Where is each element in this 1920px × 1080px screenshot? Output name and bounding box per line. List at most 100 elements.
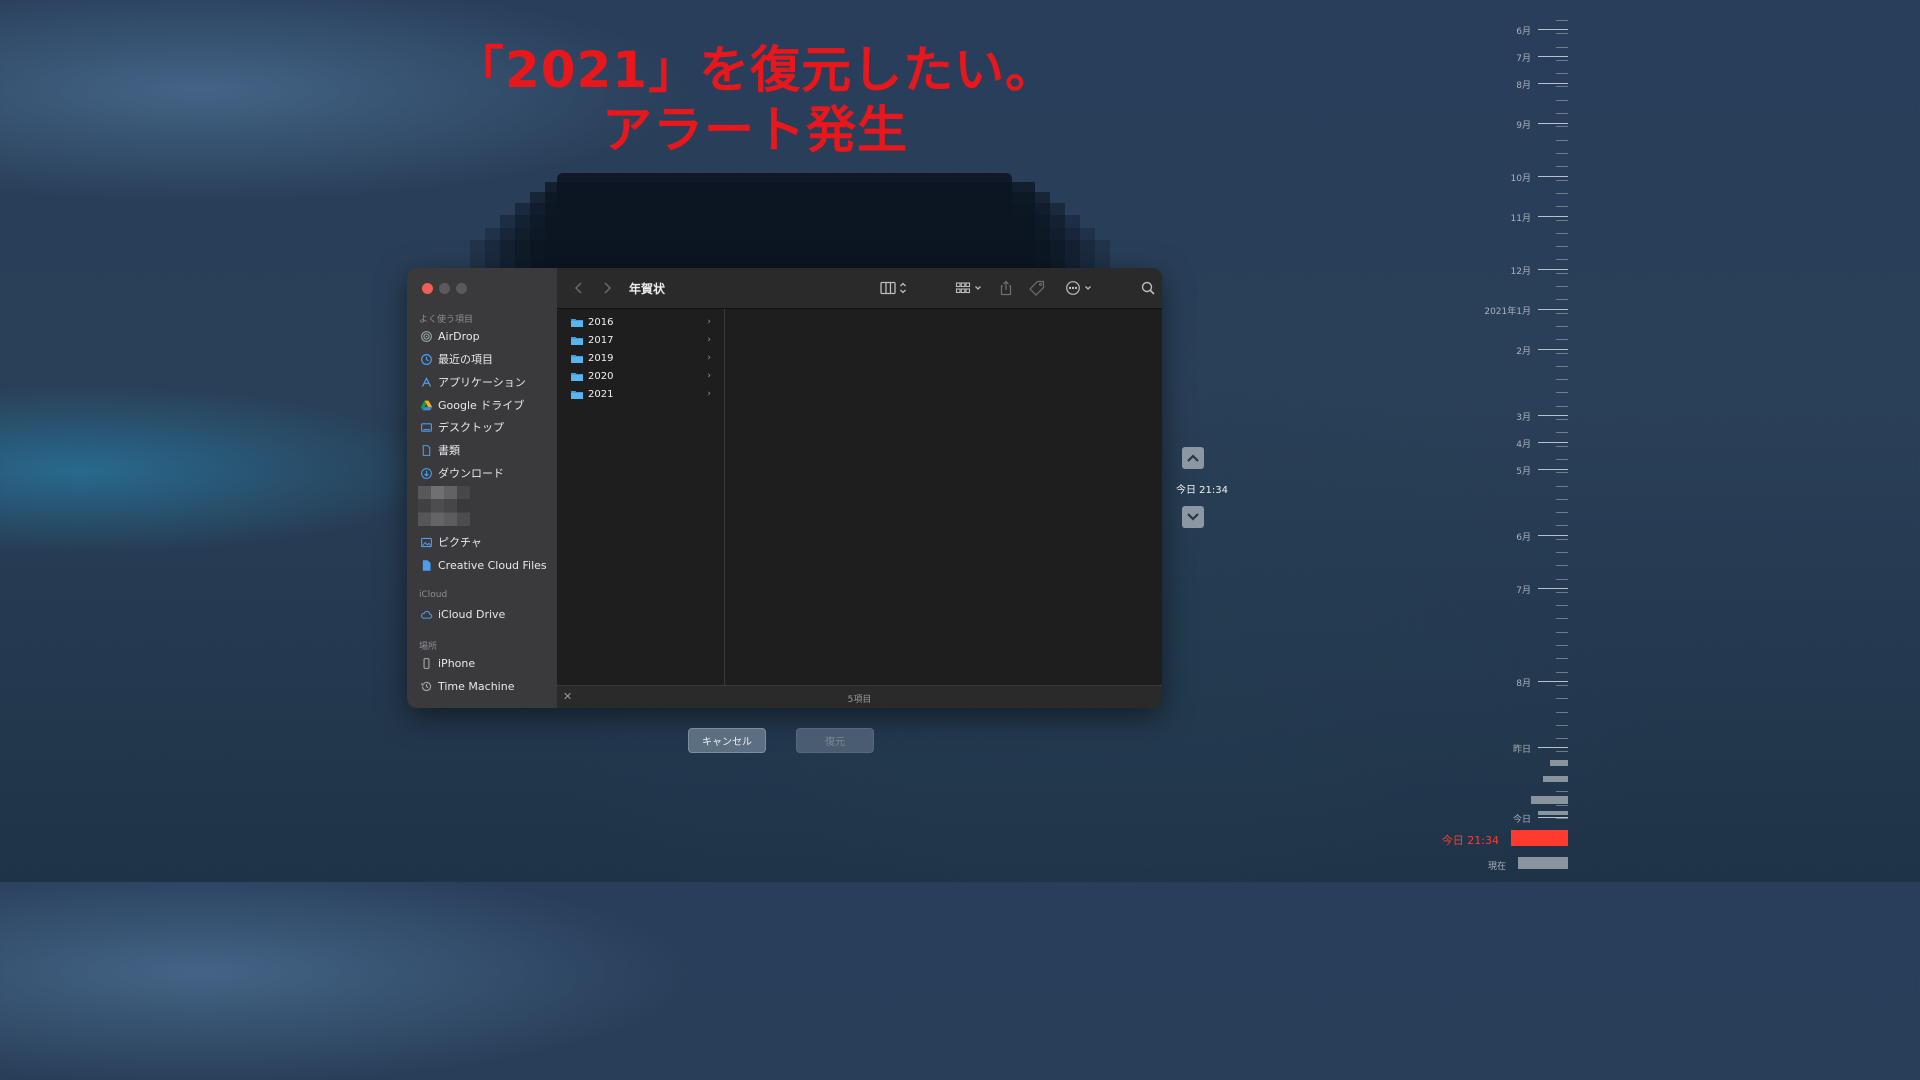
timeline-label[interactable]: 12月 — [1511, 264, 1531, 277]
folder-row-2021[interactable]: 2021 › — [557, 385, 724, 403]
timeline-major-tick — [1538, 123, 1568, 124]
sidebar-item-documents[interactable]: 書類 — [419, 440, 460, 460]
back-button[interactable] — [571, 278, 587, 298]
timeline-label[interactable]: 5月 — [1516, 464, 1531, 477]
minimize-window-button[interactable] — [439, 283, 450, 294]
timeline-label[interactable]: 6月 — [1516, 530, 1531, 543]
timeline-tick — [1556, 353, 1568, 354]
timeline-label[interactable]: 9月 — [1516, 118, 1531, 131]
chevron-right-icon: › — [707, 335, 711, 345]
timeline-tick — [1556, 712, 1568, 713]
sidebar-item-airdrop[interactable]: AirDrop — [419, 326, 480, 346]
timeline-label[interactable]: 8月 — [1516, 78, 1531, 91]
timeline-major-tick — [1538, 817, 1568, 818]
share-button[interactable] — [997, 278, 1015, 298]
timeline-tick — [1556, 246, 1568, 247]
timeline-tick — [1556, 592, 1568, 593]
sidebar-item-label: iPhone — [438, 656, 476, 670]
timeline-tick — [1556, 273, 1568, 274]
restore-button[interactable]: 復元 — [796, 728, 874, 753]
airdrop-icon — [419, 329, 433, 343]
timeline-major-tick — [1538, 747, 1568, 748]
sidebar-item-icloud-drive[interactable]: iCloud Drive — [419, 604, 505, 624]
sidebar-item-applications[interactable]: アプリケーション — [419, 372, 526, 392]
folder-row-2020[interactable]: 2020 › — [557, 367, 724, 385]
sidebar-item-creative-cloud[interactable]: Creative Cloud Files — [419, 555, 547, 575]
folder-row-2017[interactable]: 2017 › — [557, 331, 724, 349]
timeline-label[interactable]: 今日 — [1513, 812, 1531, 825]
timeline-label[interactable]: 6月 — [1516, 24, 1531, 37]
window-controls — [422, 283, 467, 294]
timeline-label[interactable]: 7月 — [1516, 583, 1531, 596]
sidebar-item-time-machine[interactable]: Time Machine — [419, 676, 514, 696]
timeline-label[interactable]: 3月 — [1516, 410, 1531, 423]
chevron-down-icon — [1187, 513, 1199, 521]
sidebar-item-iphone[interactable]: iPhone — [419, 653, 475, 673]
sidebar-item-label: iCloud Drive — [438, 607, 506, 621]
timeline-tick — [1556, 525, 1568, 526]
status-bar: ✕ 5項目 — [557, 685, 1162, 708]
sidebar-item-label: 最近の項目 — [438, 353, 493, 366]
search-button[interactable] — [1139, 278, 1157, 298]
sidebar-item-pictures[interactable]: ピクチャ — [419, 532, 482, 552]
timeline-tick — [1556, 220, 1568, 221]
timeline-label[interactable]: 8月 — [1516, 676, 1531, 689]
forward-button[interactable] — [599, 278, 615, 298]
timeline-tick — [1556, 658, 1568, 659]
sidebar-item-recents[interactable]: 最近の項目 — [419, 349, 493, 369]
close-window-button[interactable] — [422, 283, 433, 294]
timeline-snapshot-bar[interactable] — [1550, 760, 1568, 766]
folder-row-2019[interactable]: 2019 › — [557, 349, 724, 367]
clock-icon — [419, 352, 433, 366]
timeline-major-tick — [1538, 176, 1568, 177]
folder-row-2016[interactable]: 2016 › — [557, 313, 724, 331]
action-menu-button[interactable] — [1061, 278, 1095, 298]
annotation-line-2: アラート発生 — [602, 101, 908, 159]
timeline-label[interactable]: 11月 — [1511, 211, 1531, 224]
timeline-tick — [1556, 286, 1568, 287]
timeline-tick — [1556, 113, 1568, 114]
sidebar-item-desktop[interactable]: デスクトップ — [419, 417, 504, 437]
folder-column: 2016 › 2017 › 2019 › 2020 › 2021 › — [557, 309, 725, 685]
chevron-right-icon: › — [707, 317, 711, 327]
view-mode-button[interactable] — [875, 278, 911, 298]
timeline-now-bar[interactable] — [1518, 857, 1568, 869]
timeline-tick — [1556, 818, 1568, 819]
zoom-window-button[interactable] — [456, 283, 467, 294]
sidebar-item-label: Google ドライブ — [438, 399, 525, 412]
timeline-tick — [1556, 499, 1568, 500]
desktop-icon — [419, 420, 433, 434]
search-icon — [1141, 281, 1155, 295]
timeline-label[interactable]: 2月 — [1516, 344, 1531, 357]
timeline-major-tick — [1538, 681, 1568, 682]
share-icon — [1000, 280, 1012, 296]
google-drive-icon — [419, 398, 433, 412]
timeline-label[interactable]: 7月 — [1516, 51, 1531, 64]
timeline-current-marker[interactable] — [1511, 830, 1568, 846]
cancel-button[interactable]: キャンセル — [688, 728, 766, 753]
sidebar-item-label: ピクチャ — [438, 536, 482, 549]
timeline-label[interactable]: 昨日 — [1513, 742, 1531, 755]
timeline-label[interactable]: 2021年1月 — [1484, 304, 1531, 317]
preview-column — [725, 309, 1162, 685]
timeline-tick — [1556, 60, 1568, 61]
pictures-icon — [419, 535, 433, 549]
timeline-tick — [1556, 432, 1568, 433]
timeline-label[interactable]: 10月 — [1511, 171, 1531, 184]
file-icon — [419, 558, 433, 572]
sidebar-item-google-drive[interactable]: Google ドライブ — [419, 395, 524, 415]
timeline-label[interactable]: 4月 — [1516, 437, 1531, 450]
sidebar-item-label: ダウンロード — [438, 467, 504, 480]
next-snapshot-button[interactable] — [1182, 506, 1204, 528]
group-button[interactable] — [951, 278, 985, 298]
tag-button[interactable] — [1028, 278, 1046, 298]
sidebar-item-label: アプリケーション — [438, 376, 526, 389]
timeline-major-tick — [1538, 29, 1568, 30]
timeline-snapshot-bar[interactable] — [1531, 796, 1568, 804]
sidebar-section-icloud: iCloud — [419, 590, 448, 600]
sidebar-item-downloads[interactable]: ダウンロード — [419, 463, 504, 483]
timeline-tick — [1556, 140, 1568, 141]
timeline-snapshot-bar[interactable] — [1538, 811, 1568, 815]
previous-snapshot-button[interactable] — [1182, 447, 1204, 469]
timeline-snapshot-bar[interactable] — [1543, 776, 1568, 782]
